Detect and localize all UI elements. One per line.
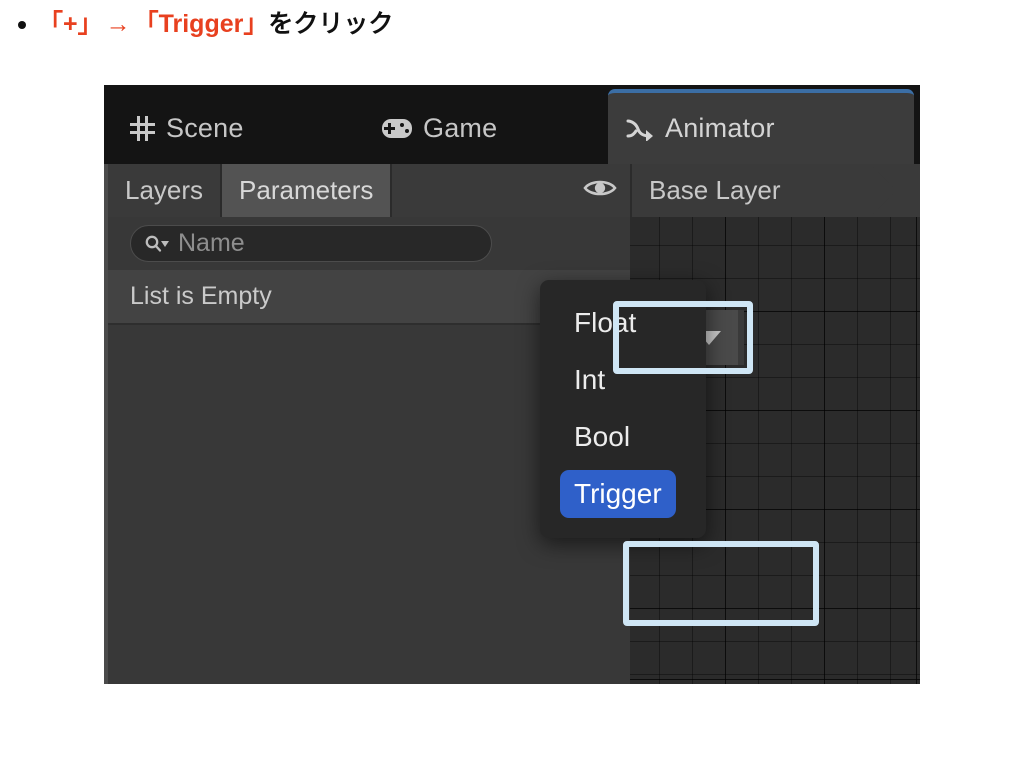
arrow-right-icon: →	[105, 10, 131, 38]
menu-item-bool-label: Bool	[574, 420, 631, 452]
heading-segment-action: をクリック	[268, 10, 394, 38]
tab-game-label: Game	[423, 113, 498, 143]
breadcrumb[interactable]: Base Layer	[632, 164, 896, 217]
gamepad-icon	[382, 119, 412, 138]
menu-item-int-label: Int	[574, 363, 606, 395]
menu-item-int[interactable]: Int	[540, 351, 706, 408]
parameter-type-dropdown-menu[interactable]: Float Int Bool Trigger	[540, 280, 706, 538]
subtab-parameters[interactable]: Parameters	[222, 164, 393, 217]
visibility-toggle-button[interactable]	[570, 164, 630, 217]
screenshot-root: 「+」 → 「Trigger」をクリック Scene Game Animator…	[0, 0, 1024, 768]
menu-item-trigger[interactable]: Trigger	[540, 465, 706, 522]
menu-item-float[interactable]: Float	[540, 294, 706, 351]
menu-item-bool[interactable]: Bool	[540, 408, 706, 465]
tab-scene-label: Scene	[166, 113, 244, 143]
list-empty-label: List is Empty	[130, 282, 272, 310]
subtab-parameters-label: Parameters	[239, 175, 374, 205]
menu-item-trigger-label: Trigger	[560, 469, 676, 518]
animator-arrow-icon	[626, 117, 654, 142]
heading-segment-trigger: 「Trigger」	[133, 10, 269, 38]
subtab-spacer	[392, 164, 570, 217]
grid-icon	[130, 116, 155, 141]
breadcrumb-base-layer-label: Base Layer	[649, 175, 781, 205]
heading-bullet-line: 「+」 → 「Trigger」をクリック	[18, 12, 393, 37]
tab-game[interactable]: Game	[364, 93, 515, 164]
subtab-layers-label: Layers	[125, 175, 204, 205]
bullet-dot-icon	[18, 20, 26, 29]
parameter-search-row: Name	[108, 217, 630, 270]
subtab-layers[interactable]: Layers	[108, 164, 223, 217]
heading-segment-plus: 「+」	[38, 10, 103, 38]
search-input-placeholder: Name	[178, 229, 245, 257]
menu-item-float-label: Float	[574, 306, 637, 338]
page-title: 「+」 → 「Trigger」をクリック	[38, 12, 393, 37]
tab-animator-label: Animator	[665, 113, 775, 143]
tab-animator[interactable]: Animator	[608, 89, 914, 164]
tab-scene[interactable]: Scene	[112, 93, 262, 164]
unity-editor-window: Scene Game Animator Layers Parameters Na…	[104, 85, 920, 684]
search-input[interactable]: Name	[130, 225, 492, 262]
parameters-subtab-bar: Layers Parameters	[108, 164, 630, 217]
eye-icon	[583, 177, 617, 204]
graph-toolbar: Base Layer	[630, 164, 920, 217]
editor-tab-strip: Scene Game Animator	[104, 85, 920, 164]
search-icon	[144, 234, 170, 254]
